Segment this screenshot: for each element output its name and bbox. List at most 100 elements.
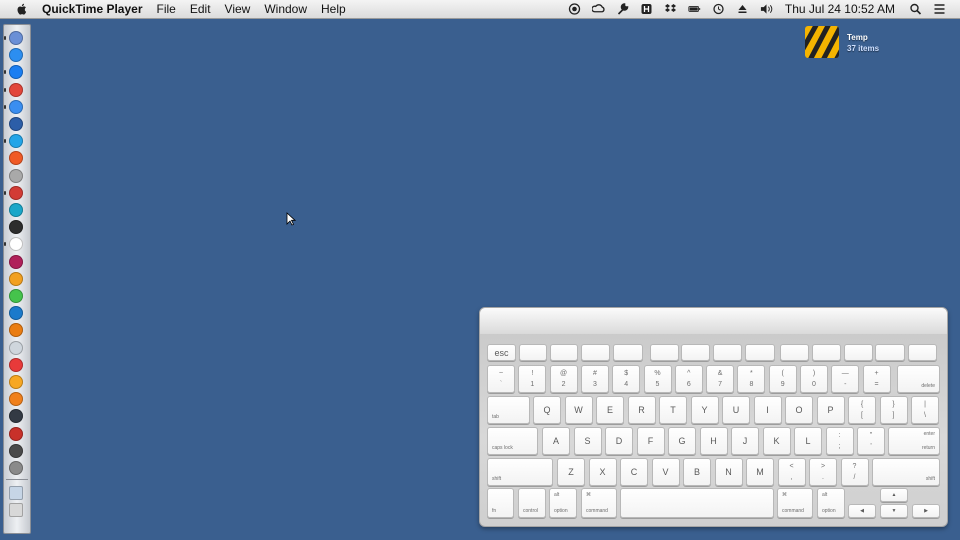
app-menu[interactable]: QuickTime Player xyxy=(42,2,143,16)
key-row2-1: Q xyxy=(533,396,561,424)
window-menu[interactable]: Window xyxy=(264,2,307,16)
key-num-12: + = xyxy=(862,365,891,393)
key-shift-label: } xyxy=(892,401,895,408)
key-label: esc xyxy=(494,347,509,358)
more-icon[interactable] xyxy=(9,203,23,217)
file-menu[interactable]: File xyxy=(157,2,176,16)
clock-icon[interactable] xyxy=(9,443,23,458)
record-icon[interactable] xyxy=(568,3,582,15)
key-shift-label: ) xyxy=(812,370,816,377)
key-label: command xyxy=(782,508,804,514)
eject-icon[interactable] xyxy=(736,3,750,15)
key-row2-12: }] xyxy=(879,396,908,424)
key-shift-label: < xyxy=(789,463,794,470)
key-label: [ xyxy=(861,412,863,419)
h-icon[interactable] xyxy=(640,3,654,15)
skype-icon[interactable] xyxy=(9,134,23,149)
ibooks-icon[interactable] xyxy=(9,392,23,407)
key-label: H xyxy=(710,436,717,446)
key-arrow-up: ▲ xyxy=(880,488,908,502)
key-label: 9 xyxy=(780,381,785,388)
app-store-icon[interactable] xyxy=(9,48,23,63)
dock xyxy=(3,24,31,534)
key-f9 xyxy=(780,344,809,361)
spotlight-icon[interactable] xyxy=(908,3,922,15)
view-menu[interactable]: View xyxy=(225,2,251,16)
temp-folder-icon[interactable] xyxy=(805,26,839,58)
system-preferences-icon[interactable] xyxy=(9,461,23,475)
key-label: option xyxy=(554,508,568,514)
battery-icon[interactable] xyxy=(688,3,702,15)
finder-icon[interactable] xyxy=(9,31,23,45)
key-shift-right: shift xyxy=(872,458,940,486)
key-label: L xyxy=(805,436,811,446)
photoshop-icon[interactable] xyxy=(9,306,23,321)
key-label: F xyxy=(647,436,654,446)
key-row4-7: M xyxy=(746,458,774,486)
key-shift-label: ~ xyxy=(498,370,504,377)
key-label: option xyxy=(822,508,836,514)
contacts-icon[interactable] xyxy=(9,168,23,183)
wrench-icon[interactable] xyxy=(616,3,630,15)
key-label: S xyxy=(584,436,591,446)
key-num-2: @2 xyxy=(549,365,578,393)
notification-center-icon[interactable] xyxy=(932,3,946,15)
key-label: N xyxy=(725,467,732,477)
apple-menu-icon[interactable] xyxy=(14,2,30,16)
key-row2-2: W xyxy=(564,396,593,424)
trash-icon[interactable] xyxy=(9,503,23,518)
mail-icon[interactable] xyxy=(9,99,23,114)
rss-icon[interactable] xyxy=(9,151,23,166)
edit-menu[interactable]: Edit xyxy=(190,2,211,16)
creative-cloud-icon[interactable] xyxy=(592,3,606,15)
key-f5 xyxy=(650,344,679,361)
pencil-icon[interactable] xyxy=(9,271,23,286)
key-shift-label: # xyxy=(592,370,597,377)
key-f10 xyxy=(812,344,841,361)
acrobat-icon[interactable] xyxy=(9,426,23,441)
key-label: V xyxy=(662,467,669,477)
key-label: C xyxy=(630,467,638,477)
firefox-icon[interactable] xyxy=(9,117,23,131)
radio-icon[interactable] xyxy=(9,237,23,252)
menu-clock[interactable]: Thu Jul 24 10:52 AM xyxy=(785,2,895,16)
messages-icon[interactable] xyxy=(9,289,23,303)
key-shift-label: ^ xyxy=(687,370,691,377)
office-icon[interactable] xyxy=(9,254,23,269)
key-f3 xyxy=(581,344,610,361)
key-label: T xyxy=(670,405,676,415)
key-row2-10: P xyxy=(816,396,845,424)
key-delete: delete xyxy=(897,365,940,393)
downloads-icon[interactable] xyxy=(9,486,23,501)
volume-icon[interactable] xyxy=(760,3,774,15)
key-row2-9: O xyxy=(785,396,813,424)
plex-icon[interactable] xyxy=(9,220,23,235)
key-arrow-left: ◀ xyxy=(848,504,876,518)
safari-icon[interactable] xyxy=(9,65,23,80)
temp-folder-label: Temp 37 items xyxy=(847,32,879,54)
key-shift-label: & xyxy=(717,370,723,377)
calendar-icon[interactable] xyxy=(9,185,23,200)
key-row4-10: ? / xyxy=(840,458,869,486)
dropbox-icon[interactable] xyxy=(664,3,678,15)
key-row3-5: G xyxy=(668,427,696,455)
camera-icon[interactable] xyxy=(9,409,23,424)
key-label: G xyxy=(678,436,686,446)
chrome-icon[interactable] xyxy=(9,82,23,97)
help-menu[interactable]: Help xyxy=(321,2,346,16)
pages-icon[interactable] xyxy=(9,375,23,389)
key-row4-8: <, xyxy=(777,458,806,486)
key-label: shift xyxy=(925,476,935,482)
key-num-9: (9 xyxy=(768,365,797,393)
key-row2-7: U xyxy=(722,396,750,424)
utility-icon[interactable] xyxy=(9,340,23,355)
key-label: K xyxy=(773,436,780,446)
illustrator-icon[interactable] xyxy=(9,323,23,338)
key-shift-label: ⌘ xyxy=(586,492,591,498)
music-icon[interactable] xyxy=(9,357,23,372)
key-label: X xyxy=(599,467,606,477)
key-shift-label: — xyxy=(841,370,849,377)
mouse-cursor-icon xyxy=(286,212,296,226)
time-machine-icon[interactable] xyxy=(712,3,726,15)
key-row2-4: R xyxy=(627,396,656,424)
